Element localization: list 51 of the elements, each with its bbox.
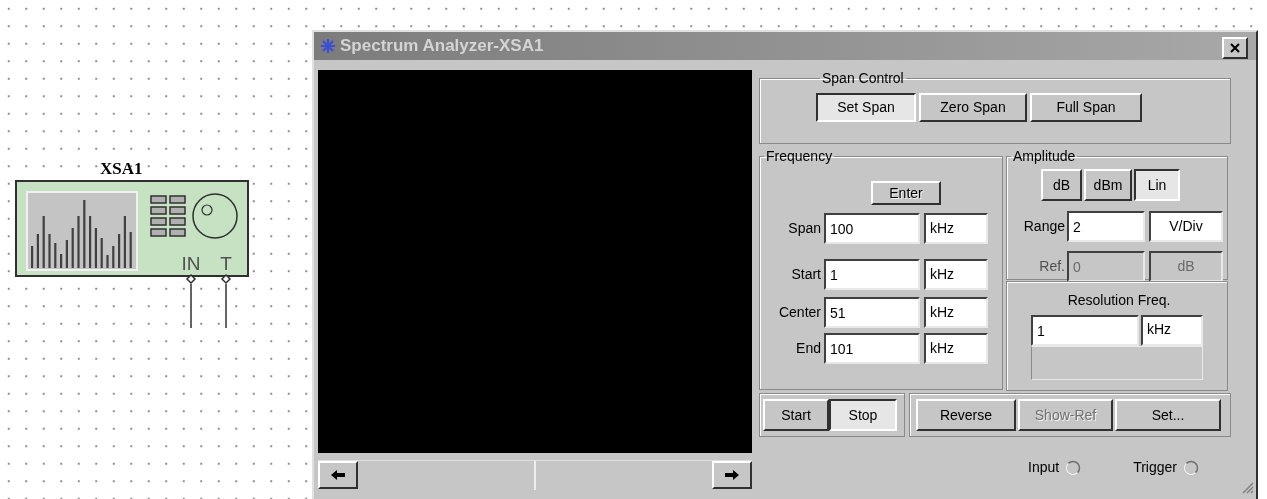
indicator-light (1183, 459, 1199, 476)
close-button[interactable] (1222, 37, 1248, 59)
indicator-label: Input (1028, 458, 1060, 477)
amplitude-mode-button[interactable]: Lin (1134, 169, 1180, 201)
resize-grip-icon[interactable] (1242, 482, 1254, 494)
input-field[interactable]: 2 (1067, 211, 1145, 242)
action-button[interactable]: Reverse (916, 399, 1016, 431)
group-title: Span Control (821, 69, 905, 88)
arrow-left-icon (330, 469, 346, 481)
unit-field[interactable]: V/Div (1149, 211, 1223, 242)
run-button[interactable]: Start (763, 399, 829, 431)
field-label: Ref. (1038, 257, 1066, 276)
pin-label: IN (181, 253, 201, 274)
field-label: Range (1022, 217, 1066, 236)
group-title: Resolution Freq. (1067, 291, 1171, 310)
indicator-light (1065, 459, 1082, 476)
input-field[interactable]: 1 (1031, 315, 1139, 346)
field-label: Span (787, 219, 822, 238)
pin-drawing (220, 273, 232, 329)
field-label: Center (777, 303, 822, 322)
input-field[interactable]: 51 (824, 297, 920, 328)
field-label: Start (790, 265, 822, 284)
unit-field[interactable]: kHz (924, 259, 988, 290)
unit-field[interactable]: kHz (924, 297, 988, 328)
horizontal-scrollbar[interactable] (318, 460, 752, 490)
amplitude-mode-button[interactable]: dBm (1084, 169, 1132, 201)
input-field[interactable]: 100 (824, 213, 920, 244)
indicator-label: Trigger (1133, 458, 1177, 477)
group-title: Amplitude (1012, 147, 1077, 166)
run-button[interactable]: Stop (829, 399, 897, 431)
scroll-left-button[interactable] (318, 461, 358, 489)
scroll-right-button[interactable] (712, 461, 752, 489)
component-label: XSA1 (100, 158, 143, 180)
close-icon (1230, 43, 1240, 53)
amplitude-mode-button[interactable]: dB (1041, 169, 1082, 201)
unit-field[interactable]: kHz (1141, 315, 1203, 346)
span-mode-button[interactable]: Full Span (1030, 93, 1142, 122)
arrow-right-icon (724, 469, 740, 481)
span-mode-button[interactable]: Zero Span (919, 93, 1027, 122)
input-field[interactable]: 1 (824, 259, 920, 290)
span-mode-button[interactable]: Set Span (816, 93, 916, 122)
unit-field[interactable]: kHz (924, 213, 988, 244)
pin-drawing (185, 273, 197, 329)
group-title: Frequency (765, 147, 834, 166)
app-icon (320, 38, 336, 54)
window-title: Spectrum Analyzer-XSA1 (340, 35, 544, 58)
action-button[interactable]: Set... (1115, 399, 1221, 431)
field-label: End (795, 339, 822, 358)
input-field[interactable]: 101 (824, 333, 920, 364)
unit-field[interactable]: kHz (924, 333, 988, 364)
pin-label: T (220, 253, 232, 274)
